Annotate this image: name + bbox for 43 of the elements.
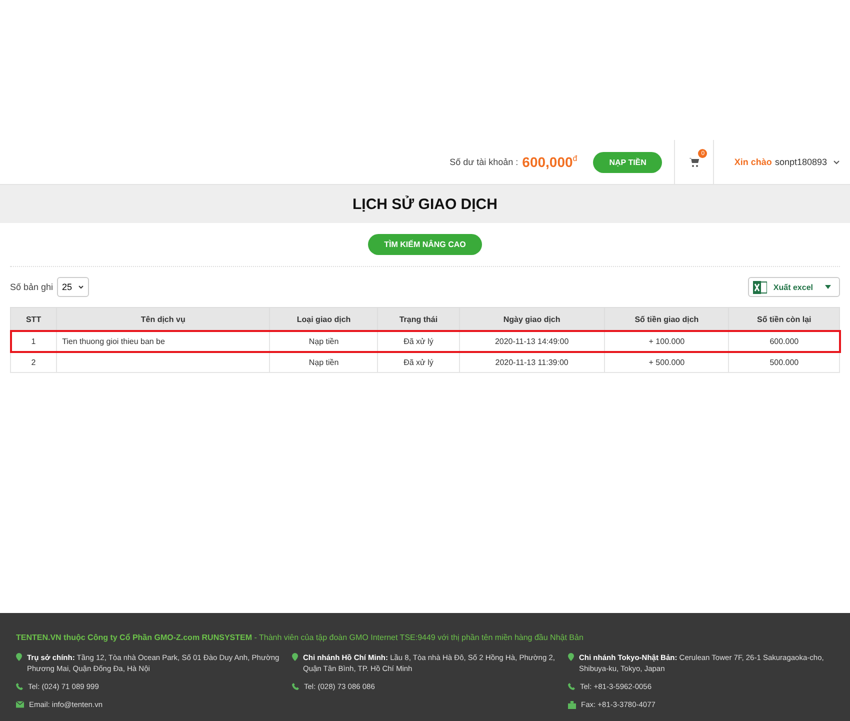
table-cell: Đã xử lý	[404, 336, 434, 346]
column-header: Số tiền giao dịch	[604, 308, 729, 330]
topup-button[interactable]: NẠP TIỀN	[593, 152, 662, 172]
table-cell: Đã xử lý	[404, 358, 434, 366]
column-header: Tên dịch vụ	[56, 308, 270, 330]
table-cell: 2020-11-13 11:39:00	[495, 358, 568, 366]
table-cell: 2020-11-13 14:49:00	[494, 336, 569, 346]
location-pin-icon	[292, 653, 298, 661]
column-header: Ngày giao dịch	[459, 308, 605, 330]
column-header: Trạng thái	[378, 308, 460, 330]
table-cell: 2	[31, 358, 36, 366]
table-cell: + 100.000	[648, 336, 685, 346]
page-title: LỊCH SỬ GIAO DỊCH	[352, 196, 498, 212]
company-line: TENTEN.VN thuộc Công ty Cổ Phần GMO-Z.com RUNSYSTEM - Thành viên của tập đoàn GMO Internet TSE:9449 với thị phần tên miền hàng đầu Nhật Bản	[16, 633, 584, 642]
greeting-text: Xin chào	[734, 157, 772, 167]
phone-icon	[16, 683, 23, 690]
table-cell: 1	[31, 336, 36, 346]
page-size-select[interactable]: 25	[57, 277, 90, 297]
cart-icon[interactable]	[689, 158, 700, 166]
balance-label: Số dư tài khoản :	[450, 157, 518, 167]
table-cell: 600.000	[770, 336, 799, 346]
chevron-down-icon[interactable]	[833, 160, 840, 164]
caret-icon	[825, 285, 831, 289]
table-cell: Nạp tiền	[308, 358, 339, 366]
table-cell: Tien thuong gioi thieu ban be	[62, 336, 165, 346]
location-pin-icon	[16, 653, 22, 661]
export-excel-button[interactable]: Xuất excel	[748, 277, 840, 297]
username[interactable]: sonpt180893	[774, 157, 827, 167]
fax-icon	[568, 701, 576, 709]
table-cell: 500.000	[770, 358, 799, 366]
column-header: Loại giao dịch	[270, 308, 378, 330]
table-cell: Nạp tiền	[308, 336, 339, 346]
table-cell: + 500.000	[648, 358, 685, 366]
advanced-search-button[interactable]: TÌM KIẾM NÂNG CAO	[368, 234, 482, 255]
phone-icon	[568, 683, 575, 690]
column-header: Số tiền còn lại	[728, 308, 840, 330]
chevron-down-icon	[78, 285, 84, 289]
location-pin-icon	[568, 653, 574, 661]
spreadsheet-icon	[753, 280, 768, 294]
column-header: STT	[10, 308, 57, 330]
page-size-label: Số bản ghi	[10, 282, 54, 292]
phone-icon	[292, 683, 299, 690]
envelope-icon	[16, 701, 24, 708]
